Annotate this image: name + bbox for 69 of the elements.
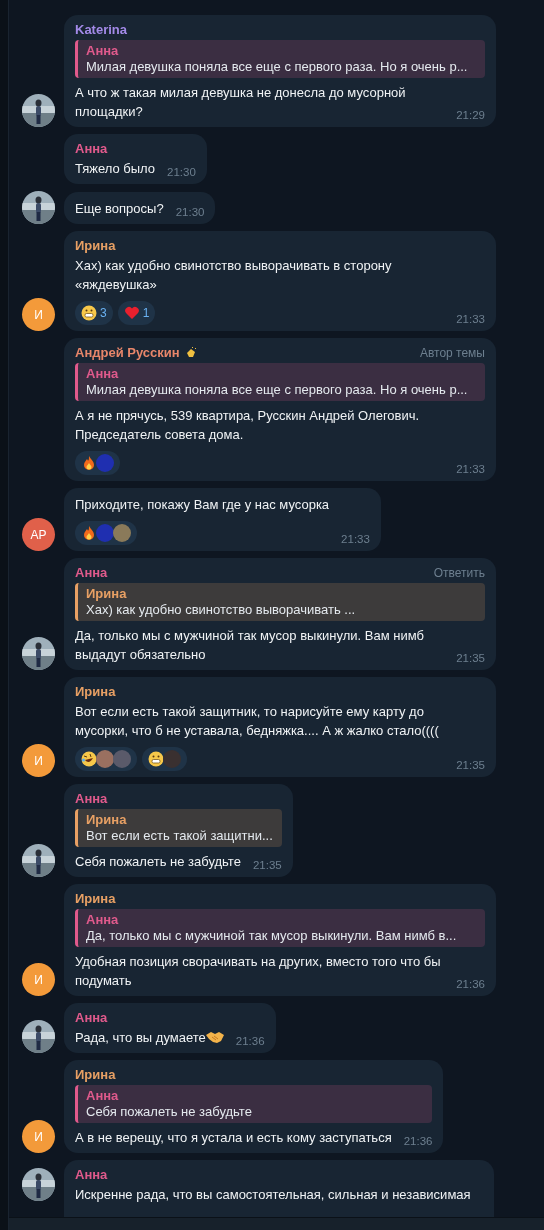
reaction-pill[interactable] xyxy=(75,521,137,545)
sender-name[interactable]: Анна xyxy=(75,791,108,806)
message-text: Себя пожалеть не забудьте xyxy=(75,854,241,869)
quoted-text: Милая девушка поняла все еще с первого раза. Но я очень р... xyxy=(86,58,469,75)
message-text: А в не верещу, что я устала и есть кому заступаться xyxy=(75,1130,392,1145)
sender-name[interactable]: Ирина xyxy=(75,891,116,906)
message-label: Ответить xyxy=(432,565,485,580)
quoted-sender: Анна xyxy=(86,912,120,927)
message-text: Искренне рада, что вы самостоятельная, сильная и независимая xyxy=(75,1187,471,1202)
message-time: 21:36 xyxy=(235,1035,265,1047)
message-text: Вот если есть такой защитник, то нарисуйте ему карту до мусорки, что б не уставала, бедняжка.... А ж жалко стало(((( xyxy=(75,704,439,738)
heart-icon xyxy=(123,305,140,321)
quoted-sender: Анна xyxy=(86,1088,120,1103)
reply-quote[interactable]: Анна Милая девушка поняла все еще с первого раза. Но я очень р... xyxy=(75,363,485,401)
reaction-pill[interactable] xyxy=(75,747,137,771)
message-time: 21:35 xyxy=(456,652,485,664)
quoted-text: Да, только мы с мужчиной так мусор выкинули. Вам нимб в... xyxy=(86,927,458,944)
quoted-sender: Ирина xyxy=(86,812,128,827)
message-time: 21:35 xyxy=(252,859,282,871)
grinning-face-icon xyxy=(148,751,164,767)
quoted-text: Хах) как удобно свинотство выворачивать ... xyxy=(86,601,357,618)
reply-quote[interactable]: Анна Да, только мы с мужчиной так мусор выкинули. Вам нимб в... xyxy=(75,909,485,947)
message-time: 21:30 xyxy=(175,206,205,218)
message-text: Приходите, покажу Вам где у нас мусорка xyxy=(75,497,330,512)
sender-name[interactable]: Анна xyxy=(75,1010,108,1025)
message-text: Тяжело было xyxy=(75,161,156,176)
message-text: А что ж такая милая девушка не донесла до мусорной площадки? xyxy=(75,85,406,119)
sender-name[interactable]: Анна xyxy=(75,1167,108,1182)
reply-quote[interactable]: Ирина Хах) как удобно свинотство выворачивать ... xyxy=(75,583,485,621)
quoted-text: Милая девушка поняла все еще с первого раза. Но я очень р... xyxy=(86,381,469,398)
message-time: 21:33 xyxy=(341,533,370,545)
sender-name[interactable]: Анна xyxy=(75,565,108,580)
message-time: 21:33 xyxy=(456,463,485,475)
message-text: Рада, что вы думаете xyxy=(75,1030,206,1045)
quoted-text: Себя пожалеть не забудьте xyxy=(86,1103,253,1120)
reply-quote[interactable]: Анна Себя пожалеть не забудьте xyxy=(75,1085,433,1123)
sender-name[interactable]: Андрей Русскин xyxy=(75,345,180,360)
message-text: Хах) как удобно свинотство выворачивать в сторону «яждевушка» xyxy=(75,258,392,292)
reaction-pill[interactable]: 1 xyxy=(117,301,156,325)
sender-name[interactable]: Ирина xyxy=(75,1067,116,1082)
sender-name[interactable]: Анна xyxy=(75,141,108,156)
reaction-pill[interactable] xyxy=(75,451,120,475)
message-text: А я не прячусь, 539 квартира, Русскин Андрей Олегович. Председатель совета дома. xyxy=(75,408,420,442)
sender-name[interactable]: Katerina xyxy=(75,22,128,37)
message-time: 21:36 xyxy=(456,978,485,990)
message-time: 21:36 xyxy=(403,1135,433,1147)
message-time: 21:29 xyxy=(456,109,485,121)
quoted-text: Вот если есть такой защитни... xyxy=(86,827,274,844)
quoted-sender: Ирина xyxy=(86,586,128,601)
reply-quote[interactable]: Анна Милая девушка поняла все еще с первого раза. Но я очень р... xyxy=(75,40,485,78)
laughing-face-icon xyxy=(81,751,97,767)
reaction-pill[interactable] xyxy=(142,747,187,771)
message-text: Удобная позиция сворачивать на других, вместо того что бы подумать xyxy=(75,954,441,988)
message-time: 21:35 xyxy=(456,759,485,771)
message-text: Да, только мы с мужчиной так мусор выкинули. Вам нимб выдадут обязательно xyxy=(75,628,424,662)
fire-icon xyxy=(81,525,97,541)
avatar[interactable]: АР xyxy=(22,518,55,551)
message-time: 21:33 xyxy=(456,313,485,325)
sender-name[interactable]: Ирина xyxy=(75,684,116,699)
fire-icon xyxy=(81,455,97,471)
sender-name[interactable]: Ирина xyxy=(75,238,116,253)
message-text: Еще вопросы? xyxy=(75,201,164,216)
quoted-sender: Анна xyxy=(86,366,120,381)
quoted-sender: Анна xyxy=(86,43,120,58)
reaction-pill[interactable]: 3 xyxy=(75,301,113,325)
message-time: 21:30 xyxy=(167,166,196,178)
reply-quote[interactable]: Ирина Вот если есть такой защитни... xyxy=(75,809,282,847)
grinning-face-icon xyxy=(81,305,97,321)
message-label: Автор темы xyxy=(418,345,485,360)
